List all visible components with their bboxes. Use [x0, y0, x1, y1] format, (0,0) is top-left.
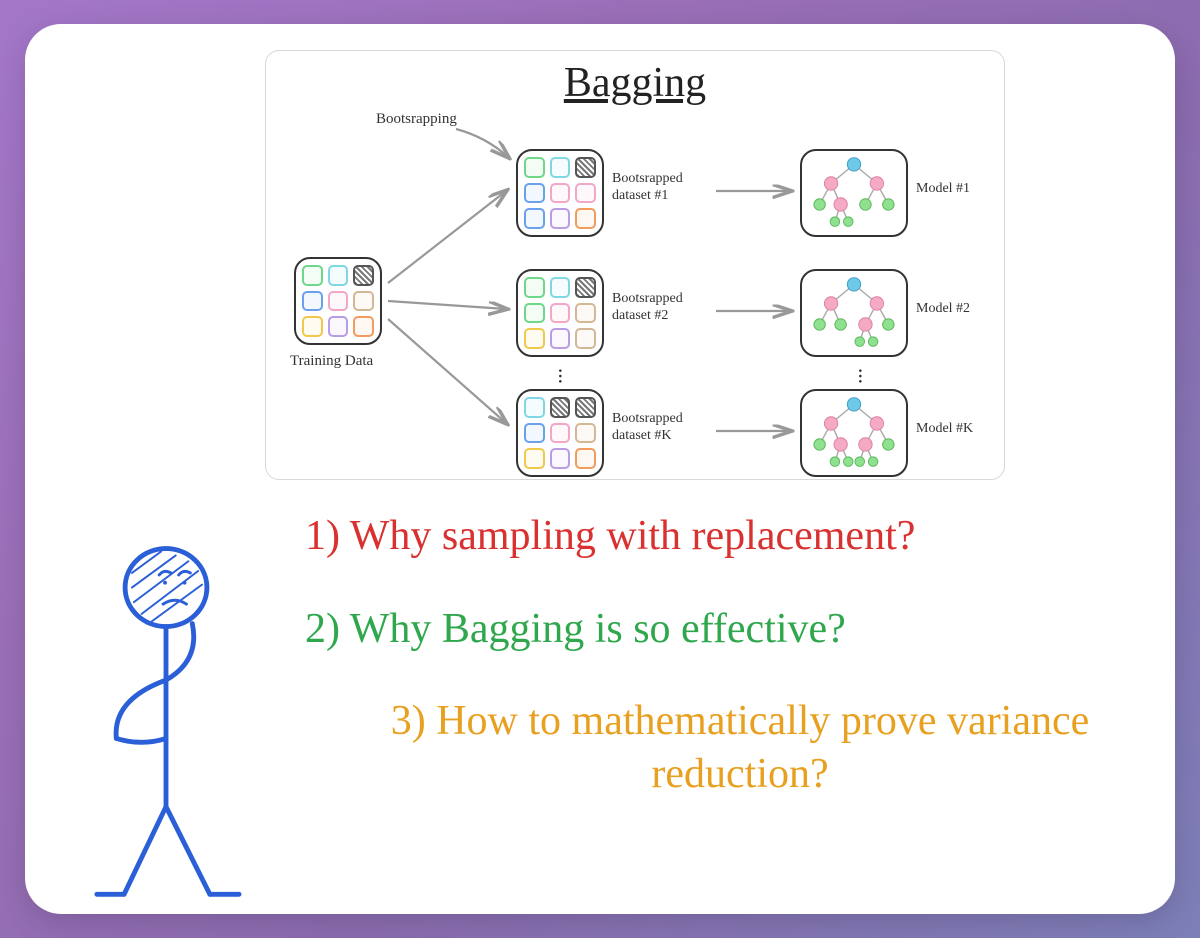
bootstrap-dataset-k-label: Bootsrappeddataset #K	[612, 411, 683, 445]
model-2-label: Model #2	[916, 301, 970, 317]
bootstrap-dataset-k	[516, 389, 604, 477]
training-data-label: Training Data	[290, 353, 373, 370]
bootstrap-label: Bootsrapping	[376, 111, 457, 128]
training-data-box	[294, 257, 382, 345]
model-k-tree	[800, 389, 908, 477]
model-k-label: Model #K	[916, 421, 973, 437]
questions-block: 1) Why sampling with replacement? 2) Why…	[305, 510, 1175, 800]
model-1-tree	[800, 149, 908, 237]
bootstrap-dataset-1	[516, 149, 604, 237]
vdots-icon: ···	[847, 367, 873, 383]
question-2: 2) Why Bagging is so effective?	[305, 603, 1175, 656]
vdots-icon: ···	[547, 367, 573, 383]
bootstrap-dataset-2-label: Bootsrappeddataset #2	[612, 291, 683, 325]
model-1-label: Model #1	[916, 181, 970, 197]
question-3: 3) How to mathematically prove variance …	[305, 695, 1175, 800]
question-1: 1) Why sampling with replacement?	[305, 510, 1175, 563]
bootstrap-dataset-1-label: Bootsrappeddataset #1	[612, 171, 683, 205]
bootstrap-dataset-2	[516, 269, 604, 357]
model-2-tree	[800, 269, 908, 357]
thinking-stick-figure-icon	[51, 534, 281, 904]
bagging-diagram: Bagging Bootsrapping Training Data Boots…	[265, 50, 1005, 480]
diagram-title: Bagging	[278, 59, 992, 107]
card: Bagging Bootsrapping Training Data Boots…	[25, 24, 1175, 914]
